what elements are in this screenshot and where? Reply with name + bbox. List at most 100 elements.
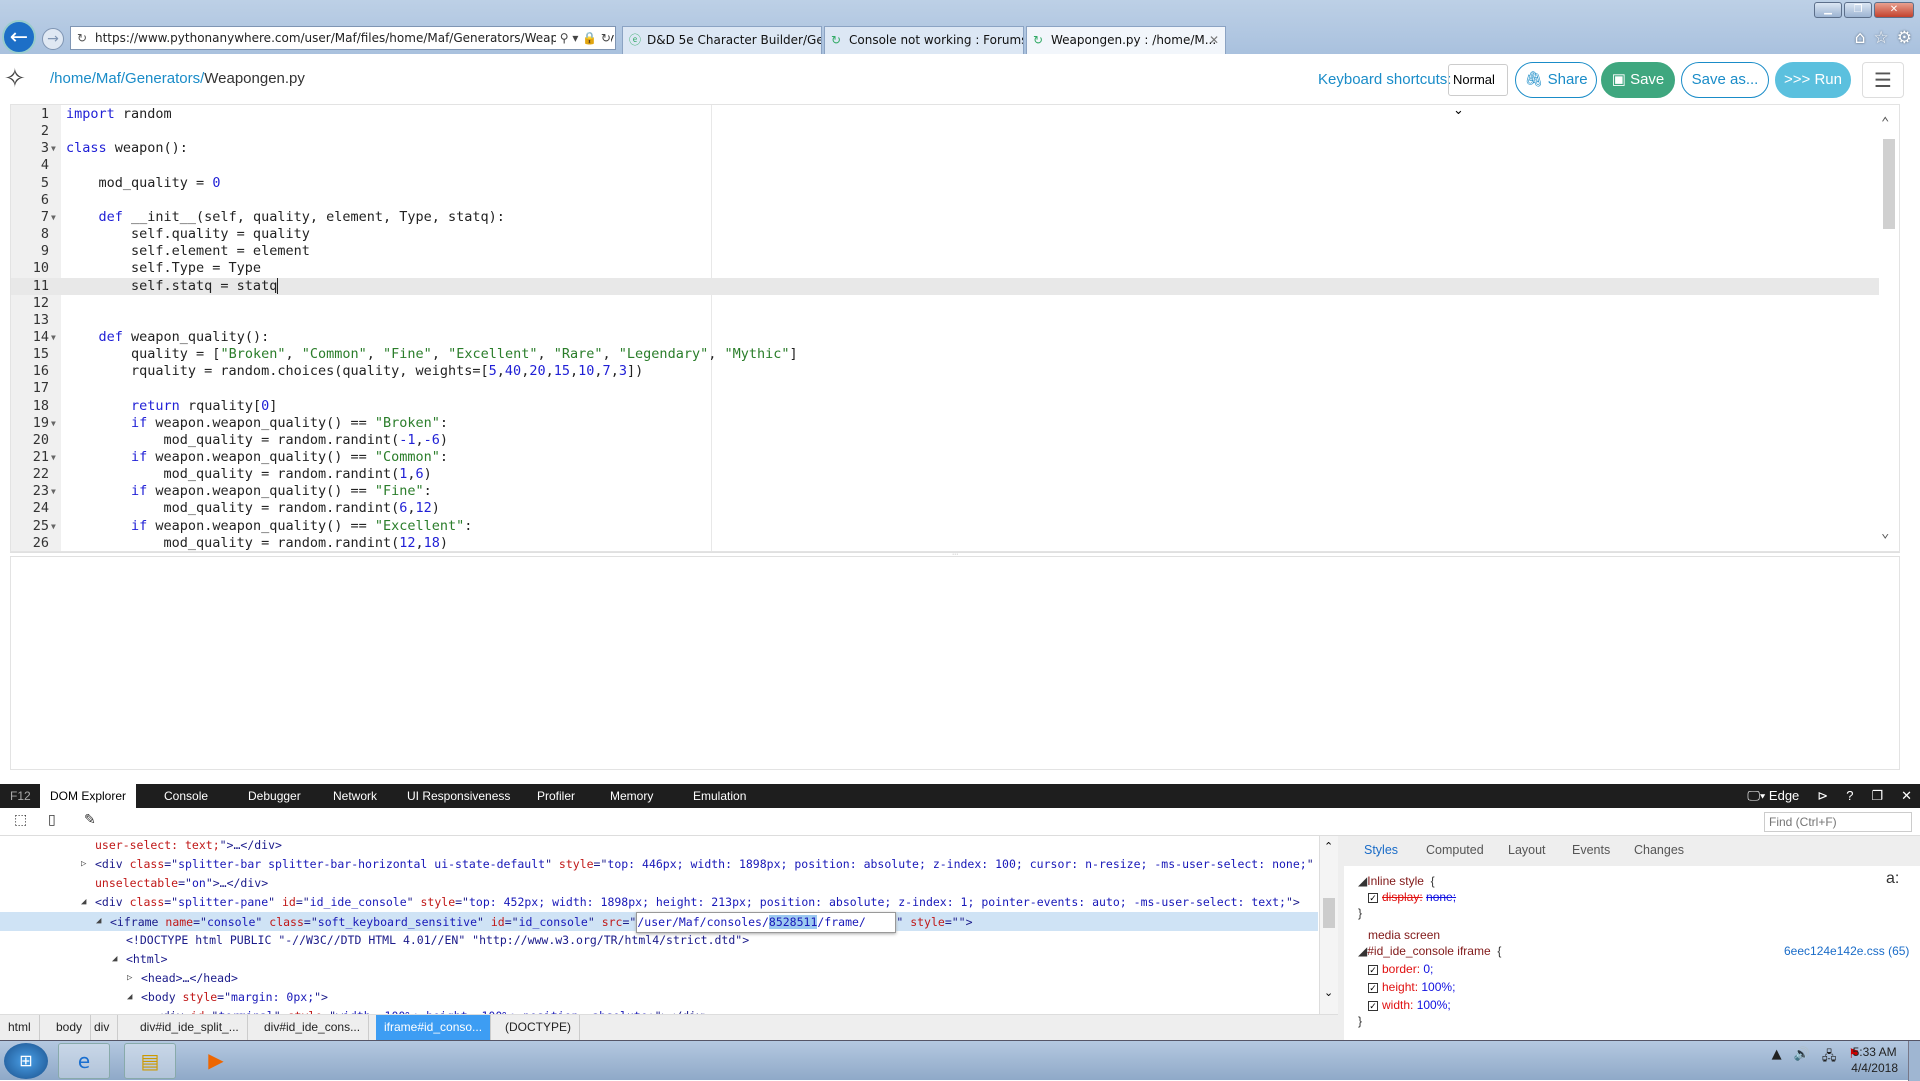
- code-line[interactable]: 20 mod_quality = random.randint(-1,-6): [11, 432, 1891, 449]
- network-icon[interactable]: 🖧: [1822, 1047, 1837, 1069]
- devtools-tab[interactable]: DOM Explorer: [40, 784, 137, 808]
- dom-node[interactable]: ◢ <body style="margin: 0px;">: [0, 988, 1318, 1007]
- code-editor[interactable]: 1 import random 2 3 ▼ class weapon(): 4 5 mod_q…: [10, 104, 1900, 552]
- favorites-star-icon[interactable]: ☆: [1874, 28, 1889, 48]
- code-line[interactable]: 11 self.statq = statq: [11, 277, 1891, 295]
- expand-toggle-icon[interactable]: ◢: [112, 950, 117, 969]
- expand-toggle-icon[interactable]: ◢: [96, 912, 101, 931]
- device-icon[interactable]: 🖵▾ Edge: [1747, 784, 1799, 808]
- dom-node[interactable]: ◢ <iframe name="console" class="soft_keyb…: [0, 912, 1318, 933]
- state-toggle[interactable]: a:: [1886, 870, 1899, 888]
- code-line[interactable]: 18 return rquality[0]: [11, 398, 1891, 415]
- path-maf[interactable]: Maf/: [96, 70, 125, 87]
- fold-arrow-icon[interactable]: ▼: [51, 518, 56, 535]
- checkbox[interactable]: ✓: [1368, 983, 1378, 993]
- devtools-tab[interactable]: Network: [323, 784, 387, 808]
- code-line[interactable]: 24 mod_quality = random.randint(6,12): [11, 500, 1891, 517]
- path-home[interactable]: /home/: [50, 70, 96, 87]
- dom-tree[interactable]: user-select: text;">…</div> ▷ <div class="…: [0, 836, 1320, 1014]
- scroll-down-icon[interactable]: ⌄: [1324, 986, 1333, 999]
- minimize-button[interactable]: ▁: [1814, 2, 1842, 18]
- address-tools[interactable]: ⚲ ▾ 🔒 ↻: [555, 27, 611, 49]
- help-icon[interactable]: ?: [1846, 784, 1853, 808]
- breadcrumb-item[interactable]: iframe#id_conso...: [376, 1015, 492, 1040]
- console-toggle-icon[interactable]: ⊳: [1817, 784, 1828, 808]
- keyboard-mode-select[interactable]: Normal ⌄: [1448, 64, 1508, 117]
- dom-node[interactable]: <!DOCTYPE html PUBLIC "-//W3C//DTD HTML …: [0, 931, 1318, 950]
- dom-scrollbar[interactable]: ⌃ ⌄: [1320, 836, 1338, 1014]
- code-line[interactable]: 9 self.element = element: [11, 243, 1891, 260]
- devtools-tab[interactable]: Profiler: [527, 784, 585, 808]
- code-line[interactable]: 21 ▼ if weapon.weapon_quality() == "Commo…: [11, 449, 1891, 466]
- media-player-icon[interactable]: ▶: [190, 1043, 242, 1079]
- console-pane[interactable]: [10, 557, 1900, 770]
- styles-tab[interactable]: Events: [1572, 843, 1610, 857]
- styles-tab[interactable]: Changes: [1634, 843, 1684, 857]
- code-line[interactable]: 23 ▼ if weapon.weapon_quality() == "Fine"…: [11, 483, 1891, 500]
- browser-tab[interactable]: ⓔ D&D 5e Character Builder/Gen...: [622, 26, 822, 54]
- code-line[interactable]: 10 self.Type = Type: [11, 260, 1891, 277]
- fold-arrow-icon[interactable]: ▼: [51, 329, 56, 346]
- code-line[interactable]: 13: [11, 312, 1891, 329]
- volume-icon[interactable]: 🔊: [1794, 1047, 1810, 1069]
- code-line[interactable]: 4: [11, 157, 1891, 174]
- home-icon[interactable]: ⌂: [1855, 28, 1866, 48]
- undock-icon[interactable]: ❐: [1871, 784, 1883, 808]
- code-line[interactable]: 12: [11, 295, 1891, 312]
- color-picker-icon[interactable]: ✎: [84, 812, 96, 828]
- fold-arrow-icon[interactable]: ▼: [51, 209, 56, 226]
- scroll-thumb[interactable]: [1883, 139, 1895, 229]
- fold-arrow-icon[interactable]: ▼: [51, 415, 56, 432]
- devtools-tab[interactable]: Console: [154, 784, 218, 808]
- highlight-icon[interactable]: ▯: [48, 812, 56, 828]
- code-line[interactable]: 1 import random: [11, 106, 1891, 123]
- styles-tab[interactable]: Layout: [1508, 843, 1546, 857]
- code-line[interactable]: 22 mod_quality = random.randint(1,6): [11, 466, 1891, 483]
- scroll-up-icon[interactable]: ⌃: [1881, 115, 1889, 131]
- expand-toggle-icon[interactable]: ◢: [127, 988, 132, 1007]
- file-explorer-icon[interactable]: ▤: [124, 1043, 176, 1079]
- devtools-tab[interactable]: Debugger: [238, 784, 311, 808]
- show-desktop-button[interactable]: [1908, 1041, 1920, 1081]
- code-line[interactable]: 7 ▼ def __init__(self, quality, element, …: [11, 209, 1891, 226]
- breadcrumb-item[interactable]: body: [48, 1015, 92, 1040]
- styles-tab[interactable]: Styles: [1364, 843, 1398, 857]
- close-devtools-icon[interactable]: ✕: [1901, 784, 1912, 808]
- internet-explorer-icon[interactable]: e: [58, 1043, 110, 1079]
- expand-toggle-icon[interactable]: ▷: [81, 855, 86, 874]
- menu-hamburger-icon[interactable]: ☰: [1862, 62, 1904, 98]
- save-button[interactable]: ▣ Save: [1601, 62, 1675, 98]
- fold-arrow-icon[interactable]: ▼: [51, 449, 56, 466]
- close-window-button[interactable]: ✕: [1874, 2, 1914, 18]
- styles-tab[interactable]: Computed: [1426, 843, 1484, 857]
- code-line[interactable]: 3 ▼ class weapon():: [11, 140, 1891, 157]
- code-line[interactable]: 14 ▼ def weapon_quality():: [11, 329, 1891, 346]
- browser-tab[interactable]: ↻ Console not working : Forums...: [824, 26, 1024, 54]
- code-line[interactable]: 26 mod_quality = random.randint(12,18): [11, 535, 1891, 551]
- dom-node[interactable]: user-select: text;">…</div>: [0, 836, 1318, 855]
- code-line[interactable]: 8 self.quality = quality: [11, 226, 1891, 243]
- dom-node[interactable]: ◢ <html>: [0, 950, 1318, 969]
- scroll-up-icon[interactable]: ⌃: [1324, 840, 1333, 853]
- checkbox[interactable]: ✓: [1368, 1001, 1378, 1011]
- dom-node[interactable]: unselectable="on">…</div>: [0, 874, 1318, 893]
- fold-arrow-icon[interactable]: ▼: [51, 483, 56, 500]
- pythonanywhere-logo-icon[interactable]: ✧: [4, 64, 46, 96]
- devtools-tab[interactable]: Memory: [600, 784, 663, 808]
- fold-arrow-icon[interactable]: ▼: [51, 140, 56, 157]
- code-line[interactable]: 5 mod_quality = 0: [11, 175, 1891, 192]
- dom-node[interactable]: <div id="terminal" style="width: 100%; h…: [0, 1007, 1318, 1014]
- find-input[interactable]: [1764, 812, 1912, 832]
- select-element-icon[interactable]: ⬚: [14, 812, 27, 828]
- scroll-down-icon[interactable]: ⌄: [1881, 525, 1889, 541]
- rule-source-link[interactable]: 6eec124e142e.css (65): [1784, 944, 1909, 958]
- breadcrumb-item[interactable]: div#id_ide_split_...: [132, 1015, 248, 1040]
- devtools-tab[interactable]: UI Responsiveness: [397, 784, 520, 808]
- settings-gear-icon[interactable]: ⚙: [1897, 28, 1912, 48]
- code-line[interactable]: 16 rquality = random.choices(quality, we…: [11, 363, 1891, 380]
- path-generators[interactable]: Generators/: [125, 70, 204, 87]
- breadcrumb-item[interactable]: div: [86, 1015, 119, 1040]
- code-line[interactable]: 17: [11, 380, 1891, 397]
- restore-button[interactable]: ❐: [1844, 2, 1872, 18]
- code-line[interactable]: 25 ▼ if weapon.weapon_quality() == "Excel…: [11, 518, 1891, 535]
